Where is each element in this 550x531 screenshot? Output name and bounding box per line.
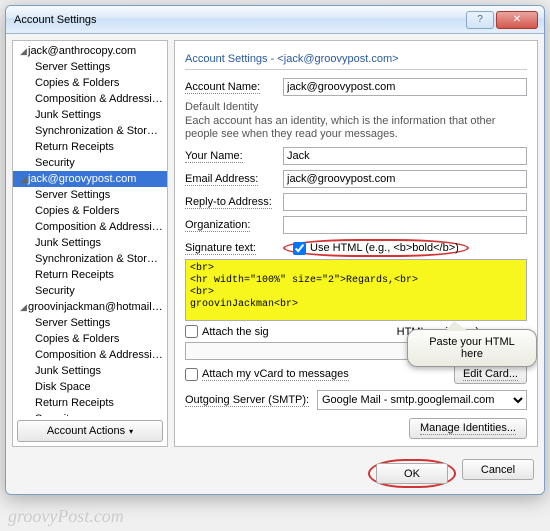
attach-vcard-checkbox[interactable]	[185, 368, 198, 381]
tree-subitem[interactable]: Copies & Folders	[13, 75, 167, 91]
tree-subitem[interactable]: Junk Settings	[13, 235, 167, 251]
account-tree-sidebar: ◢jack@anthrocopy.comServer SettingsCopie…	[12, 40, 168, 447]
default-identity-label: Default Identity	[185, 101, 527, 113]
use-html-highlight: Use HTML (e.g., <b>bold</b>)	[283, 239, 469, 257]
reply-to-input[interactable]	[283, 193, 527, 211]
panel-heading: Account Settings - <jack@groovypost.com>	[185, 49, 527, 70]
account-actions-button[interactable]: Account Actions ▾	[17, 420, 163, 442]
attach-signature-file-checkbox[interactable]	[185, 325, 198, 338]
identity-description: Each account has an identity, which is t…	[185, 115, 527, 141]
tree-account[interactable]: ◢jack@groovypost.com	[13, 171, 167, 187]
tree-subitem[interactable]: Junk Settings	[13, 363, 167, 379]
close-button[interactable]: ✕	[496, 11, 538, 29]
use-html-checkbox[interactable]	[293, 242, 306, 255]
your-name-input[interactable]	[283, 147, 527, 165]
email-address-label: Email Address:	[185, 173, 277, 185]
tree-account[interactable]: ◢groovinjackman@hotmail.c...	[13, 299, 167, 315]
ok-button[interactable]: OK	[376, 463, 448, 484]
dropdown-icon: ▾	[129, 427, 133, 436]
tree-subitem[interactable]: Synchronization & Storage	[13, 251, 167, 267]
account-settings-window: Account Settings ? ✕ ◢jack@anthrocopy.co…	[5, 5, 545, 495]
tree-subitem[interactable]: Composition & Addressing	[13, 347, 167, 363]
tree-subitem[interactable]: Server Settings	[13, 187, 167, 203]
tree-subitem[interactable]: Copies & Folders	[13, 203, 167, 219]
tree-subitem[interactable]: Server Settings	[13, 59, 167, 75]
signature-text-label: Signature text:	[185, 242, 277, 254]
account-settings-panel: Account Settings - <jack@groovypost.com>…	[174, 40, 538, 447]
attach-vcard-label: Attach my vCard to messages	[202, 368, 349, 380]
reply-to-label: Reply-to Address:	[185, 196, 277, 208]
window-title: Account Settings	[12, 14, 466, 26]
signature-textarea[interactable]: <br><hr width="100%" size="2">Regards,<b…	[185, 259, 527, 321]
account-tree[interactable]: ◢jack@anthrocopy.comServer SettingsCopie…	[13, 41, 167, 416]
tree-account[interactable]: ◢jack@anthrocopy.com	[13, 43, 167, 59]
use-html-label: Use HTML (e.g., <b>bold</b>)	[310, 242, 459, 254]
account-name-label: Account Name:	[185, 81, 277, 93]
ok-highlight: OK	[368, 459, 456, 488]
tree-subitem[interactable]: Disk Space	[13, 379, 167, 395]
tree-subitem[interactable]: Synchronization & Storage	[13, 123, 167, 139]
cancel-button[interactable]: Cancel	[462, 459, 534, 480]
attach-signature-label-part1: Attach the sig	[202, 326, 269, 338]
tree-subitem[interactable]: Composition & Addressing	[13, 219, 167, 235]
tree-subitem[interactable]: Junk Settings	[13, 107, 167, 123]
edit-card-button[interactable]: Edit Card...	[454, 364, 527, 384]
help-button[interactable]: ?	[466, 11, 494, 29]
email-address-input[interactable]	[283, 170, 527, 188]
tree-subitem[interactable]: Security	[13, 411, 167, 416]
tree-subitem[interactable]: Server Settings	[13, 315, 167, 331]
watermark: groovyPost.com	[8, 506, 124, 527]
smtp-label: Outgoing Server (SMTP):	[185, 394, 311, 406]
smtp-select[interactable]: Google Mail - smtp.googlemail.com	[317, 390, 527, 410]
dialog-footer: OK Cancel	[6, 453, 544, 494]
organization-input[interactable]	[283, 216, 527, 234]
titlebar[interactable]: Account Settings ? ✕	[6, 6, 544, 34]
annotation-callout: Paste your HTML here	[407, 329, 537, 367]
tree-subitem[interactable]: Return Receipts	[13, 395, 167, 411]
account-name-input[interactable]	[283, 78, 527, 96]
manage-identities-button[interactable]: Manage Identities...	[409, 418, 527, 439]
tree-subitem[interactable]: Copies & Folders	[13, 331, 167, 347]
tree-subitem[interactable]: Security	[13, 155, 167, 171]
your-name-label: Your Name:	[185, 150, 277, 162]
organization-label: Organization:	[185, 219, 277, 231]
tree-subitem[interactable]: Return Receipts	[13, 267, 167, 283]
tree-subitem[interactable]: Return Receipts	[13, 139, 167, 155]
tree-subitem[interactable]: Security	[13, 283, 167, 299]
tree-subitem[interactable]: Composition & Addressing	[13, 91, 167, 107]
